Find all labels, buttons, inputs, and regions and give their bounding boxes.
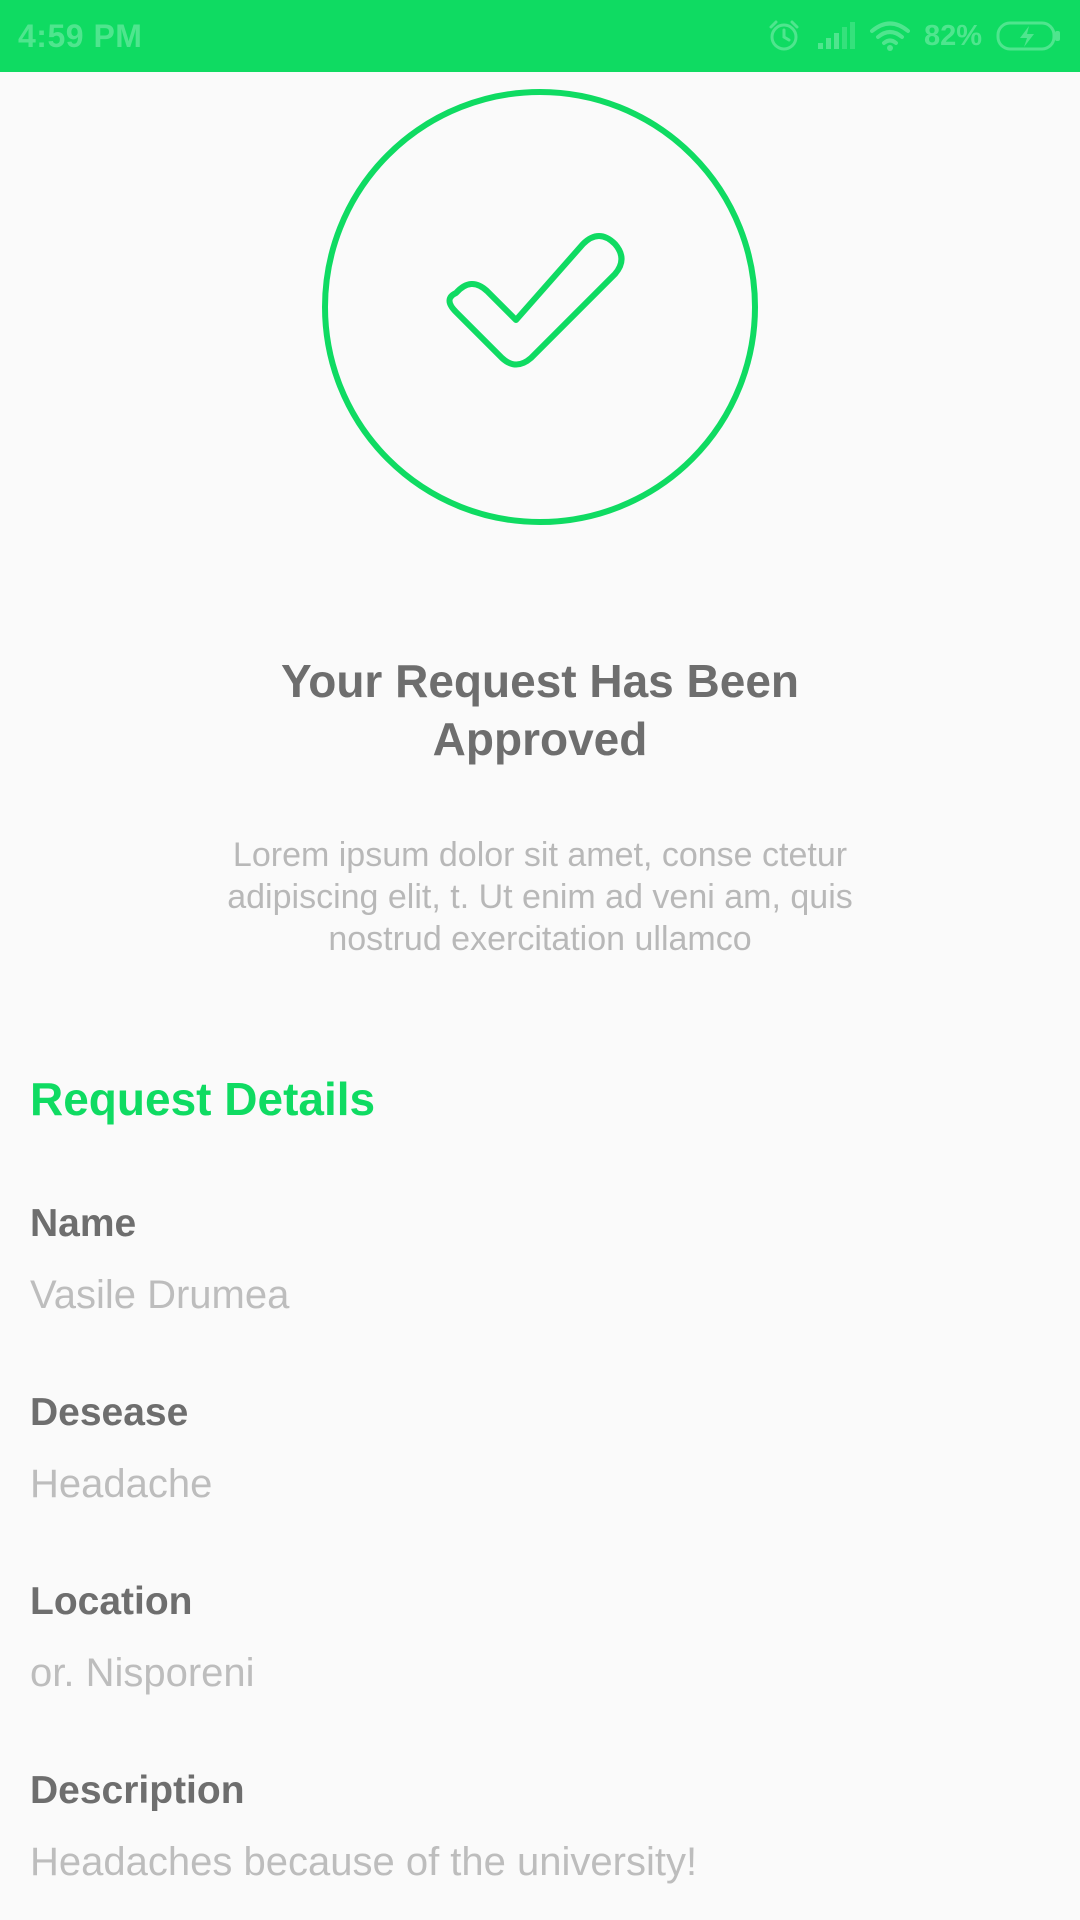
approval-title-line2: Approved (432, 713, 648, 765)
battery-percent: 82% (923, 19, 982, 52)
request-details-heading: Request Details (30, 1073, 376, 1125)
approval-title-line1: Your Request Has Been (280, 655, 800, 707)
signal-icon (816, 21, 856, 51)
desease-label: Desease (30, 1391, 189, 1434)
approved-check-icon (321, 88, 759, 526)
approval-description-line2: adipiscing elit, t. Ut enim ad veni am, … (227, 878, 853, 916)
approval-title: Your Request Has Been Approved (140, 652, 940, 768)
description-value: Headaches because of the university! (30, 1840, 698, 1884)
battery-charging-icon (996, 20, 1062, 52)
approval-description-line1: Lorem ipsum dolor sit amet, conse ctetur (232, 836, 848, 874)
approval-description: Lorem ipsum dolor sit amet, conse ctetur… (150, 834, 930, 960)
status-bar: 4:59 PM 82% (0, 0, 1080, 72)
name-value: Vasile Drumea (30, 1273, 290, 1317)
wifi-icon (869, 20, 910, 52)
location-value: or. Nisporeni (30, 1651, 255, 1695)
status-icons: 82% (766, 18, 1062, 54)
location-label: Location (30, 1580, 193, 1623)
desease-value: Headache (30, 1462, 213, 1506)
approval-description-line3: nostrud exercitation ullamco (328, 920, 752, 958)
status-time: 4:59 PM (18, 17, 143, 54)
alarm-icon (766, 18, 802, 54)
description-label: Description (30, 1769, 245, 1812)
name-label: Name (30, 1202, 137, 1245)
